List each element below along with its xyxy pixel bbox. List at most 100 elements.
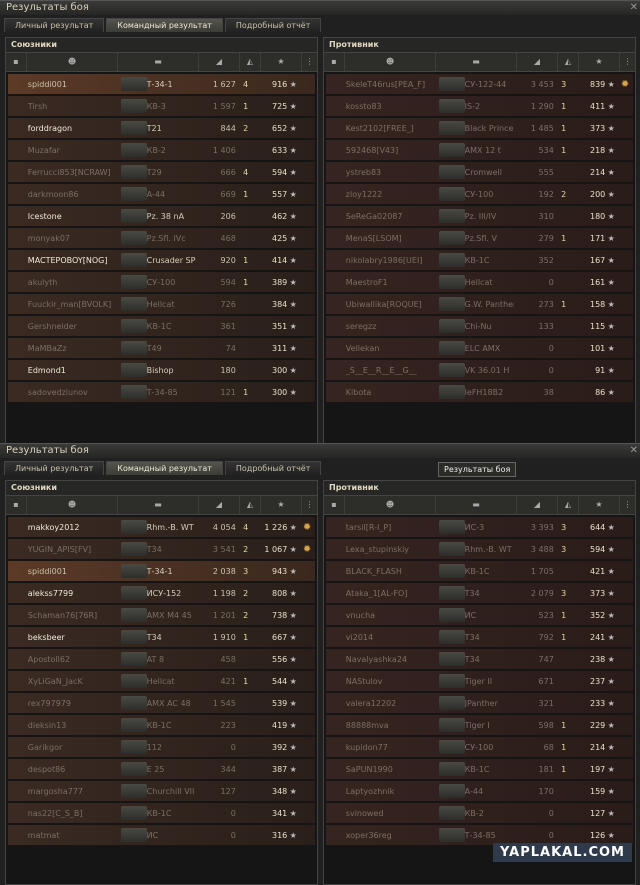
- tab-detailed[interactable]: Подробный отчёт: [224, 18, 322, 32]
- player-row[interactable]: Kibota leFH18B2 38 86 ★: [326, 382, 633, 402]
- tank-icon[interactable]: ▬: [118, 496, 199, 514]
- player-row[interactable]: _S__E__R__E__G__ VK 36.01 H 0 91 ★: [326, 360, 633, 380]
- player-row[interactable]: Apostoll62 AT 8 458 556 ★: [8, 649, 315, 669]
- xp-star-icon[interactable]: ★: [579, 496, 620, 514]
- player-row[interactable]: 592468[V43] AMX 12 t 534 1 218 ★: [326, 140, 633, 160]
- player-row[interactable]: Ataka_1[AL-FO] T34 2 079 3 373 ★: [326, 583, 633, 603]
- player-row[interactable]: NAStulov Tiger II 671 237 ★: [326, 671, 633, 691]
- tank-icon[interactable]: ▬: [436, 496, 517, 514]
- player-row[interactable]: margosha777 Churchill VII 127 348 ★: [8, 781, 315, 801]
- player-row[interactable]: MaMBaZz T49 74 311 ★: [8, 338, 315, 358]
- player-row[interactable]: sadovedziunov Т-34-85 121 1 300 ★: [8, 382, 315, 402]
- player-row[interactable]: Icestone Pz. 38 nA 206 462 ★: [8, 206, 315, 226]
- star-icon: ★: [607, 544, 615, 554]
- xp-value: 644: [590, 522, 606, 532]
- player-row[interactable]: Schaman76[76R] AMX M4 45 1 201 2 738 ★: [8, 605, 315, 625]
- player-row[interactable]: svinowed КВ-2 0 127 ★: [326, 803, 633, 823]
- player-row[interactable]: XyLiGaN_JacK Hellcat 421 1 544 ★: [8, 671, 315, 691]
- player-row[interactable]: Fuuckir_man[BVOLK] Hellcat 726 384 ★: [8, 294, 315, 314]
- player-row[interactable]: despot86 E 25 344 387 ★: [8, 759, 315, 779]
- player-row[interactable]: YUGIN_APIS[FV] T34 3 541 2 1 067 ★ ✹: [8, 539, 315, 559]
- player-row[interactable]: MaestroF1 Hellcat 0 161 ★: [326, 272, 633, 292]
- player-icon[interactable]: ☻: [345, 53, 436, 71]
- player-row[interactable]: Edmond1 Bishop 180 300 ★: [8, 360, 315, 380]
- player-row[interactable]: BLACK_FLASH КВ-1С 1 705 421 ★: [326, 561, 633, 581]
- chat-icon[interactable]: ▪: [6, 53, 27, 71]
- player-row[interactable]: darkmoon86 A-44 669 1 557 ★: [8, 184, 315, 204]
- player-row[interactable]: Tirsh КВ-3 1 597 1 725 ★: [8, 96, 315, 116]
- player-row[interactable]: nas22[C_S_B] КВ-1С 0 341 ★: [8, 803, 315, 823]
- chat-icon[interactable]: ▪: [6, 496, 27, 514]
- player-row[interactable]: MACTEPOBOY[NOG] Crusader SP 920 1 414 ★: [8, 250, 315, 270]
- player-row[interactable]: Muzafar КВ-2 1 406 633 ★: [8, 140, 315, 160]
- player-icon[interactable]: ☻: [27, 496, 118, 514]
- more-icon[interactable]: ⋮: [620, 496, 635, 514]
- damage-icon[interactable]: ◢: [517, 53, 558, 71]
- player-row[interactable]: makkoy2012 Rhm.-B. WT 4 054 4 1 226 ★ ✹: [8, 517, 315, 537]
- player-row[interactable]: Laptyozhnik A-44 170 159 ★: [326, 781, 633, 801]
- damage-value: 792: [538, 632, 554, 642]
- player-row[interactable]: tarsil[R-I_P] ИС-3 3 393 3 644 ★: [326, 517, 633, 537]
- close-icon[interactable]: ✕: [630, 444, 638, 458]
- player-row[interactable]: monyak07 Pz.Sfl. IVc 468 425 ★: [8, 228, 315, 248]
- player-row[interactable]: Lexa_stupinskiy Rhm.-B. WT 3 488 3 594 ★: [326, 539, 633, 559]
- player-row[interactable]: beksbeer T34 1 910 1 667 ★: [8, 627, 315, 647]
- player-icon[interactable]: ☻: [345, 496, 436, 514]
- player-icon[interactable]: ☻: [27, 53, 118, 71]
- kills-icon[interactable]: ◭: [240, 53, 261, 71]
- tab-team[interactable]: Командный результат: [106, 18, 223, 32]
- player-row[interactable]: Ubiwallika[ROQUE] G.W. Panther 273 1 158 ★: [326, 294, 633, 314]
- tab-personal[interactable]: Личный результат: [4, 18, 105, 32]
- tank-icon[interactable]: ▬: [118, 53, 199, 71]
- tank-icon[interactable]: ▬: [436, 53, 517, 71]
- player-row[interactable]: Vellekan ELC AMX 0 101 ★: [326, 338, 633, 358]
- player-row[interactable]: valera12202 JPanther 321 233 ★: [326, 693, 633, 713]
- player-row[interactable]: seregzz Chi-Nu 133 115 ★: [326, 316, 633, 336]
- player-row[interactable]: MenaS[LSOM] Pz.Sfl. V 279 1 171 ★: [326, 228, 633, 248]
- player-row[interactable]: alekss7799 ИСУ-152 1 198 2 808 ★: [8, 583, 315, 603]
- player-row[interactable]: vnucha ИС 523 1 352 ★: [326, 605, 633, 625]
- player-row[interactable]: 88888mva Tiger I 598 1 229 ★: [326, 715, 633, 735]
- battle-results-window-2: Результаты боя ✕ Личный результат Команд…: [0, 443, 640, 885]
- damage-icon[interactable]: ◢: [517, 496, 558, 514]
- damage-icon[interactable]: ◢: [199, 53, 240, 71]
- damage-icon[interactable]: ◢: [199, 496, 240, 514]
- kills-icon[interactable]: ◭: [558, 53, 579, 71]
- kills-icon[interactable]: ◭: [240, 496, 261, 514]
- player-row[interactable]: kossto83 IS-2 1 290 1 411 ★: [326, 96, 633, 116]
- tab-personal[interactable]: Личный результат: [4, 461, 105, 475]
- player-row[interactable]: matmat ИС 0 316 ★: [8, 825, 315, 845]
- more-icon[interactable]: ⋮: [620, 53, 635, 71]
- player-row[interactable]: spiddi001 Т-34-1 2 038 3 943 ★: [8, 561, 315, 581]
- xp-star-icon[interactable]: ★: [579, 53, 620, 71]
- player-row[interactable]: spiddi001 Т-34-1 1 627 4 916 ★: [8, 74, 315, 94]
- player-row[interactable]: forddragon T21 844 2 652 ★: [8, 118, 315, 138]
- close-icon[interactable]: ✕: [630, 1, 638, 15]
- more-icon[interactable]: ⋮: [302, 496, 317, 514]
- player-row[interactable]: Garikgor 112 0 392 ★: [8, 737, 315, 757]
- player-row[interactable]: akulyth СУ-100 594 1 389 ★: [8, 272, 315, 292]
- player-row[interactable]: kupidon77 СУ-100 68 1 214 ★: [326, 737, 633, 757]
- player-row[interactable]: rex797979 AMX AC 48 1 545 539 ★: [8, 693, 315, 713]
- xp-star-icon[interactable]: ★: [261, 53, 302, 71]
- player-row[interactable]: nikolabry1986[UEI] КВ-1С 352 167 ★: [326, 250, 633, 270]
- player-row[interactable]: vi2014 T34 792 1 241 ★: [326, 627, 633, 647]
- chat-icon[interactable]: ▪: [324, 496, 345, 514]
- player-row[interactable]: SkeleT46rus[PEA_F] СУ-122-44 3 453 3 839 ★ ✹: [326, 74, 633, 94]
- player-row[interactable]: xoper36reg Т-34-85 0 126 ★: [326, 825, 633, 845]
- player-row[interactable]: SaPUN1990 КВ-1С 181 1 197 ★: [326, 759, 633, 779]
- player-row[interactable]: Ferrucci853[NCRAW] T29 666 4 594 ★: [8, 162, 315, 182]
- player-row[interactable]: ystreb83 Cromwell 555 214 ★: [326, 162, 633, 182]
- tab-detailed[interactable]: Подробный отчёт: [224, 461, 322, 475]
- xp-star-icon[interactable]: ★: [261, 496, 302, 514]
- player-row[interactable]: SeReGa02087 Pz. III/IV 310 180 ★: [326, 206, 633, 226]
- chat-icon[interactable]: ▪: [324, 53, 345, 71]
- player-row[interactable]: Kest2102[FREE_] Black Prince 1 485 1 373 ★: [326, 118, 633, 138]
- player-row[interactable]: Gershneider КВ-1С 361 351 ★: [8, 316, 315, 336]
- player-row[interactable]: Navalyashka24 T34 747 238 ★: [326, 649, 633, 669]
- player-row[interactable]: zloy1222 СУ-100 192 2 200 ★: [326, 184, 633, 204]
- tab-team[interactable]: Командный результат: [106, 461, 223, 475]
- more-icon[interactable]: ⋮: [302, 53, 317, 71]
- kills-icon[interactable]: ◭: [558, 496, 579, 514]
- player-row[interactable]: dieksin13 КВ-1С 223 419 ★: [8, 715, 315, 735]
